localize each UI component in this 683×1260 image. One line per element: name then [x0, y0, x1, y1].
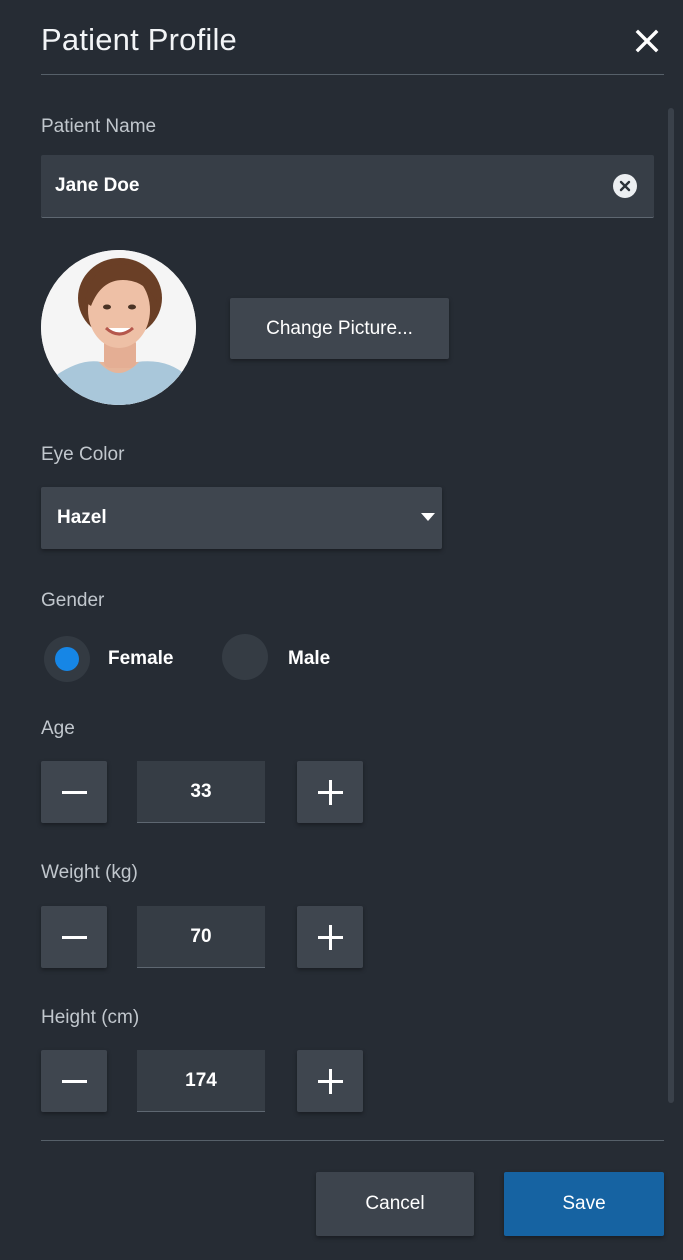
cancel-button[interactable]: Cancel — [316, 1172, 474, 1236]
weight-input[interactable] — [137, 906, 265, 967]
caret-down-icon — [421, 513, 435, 521]
minus-icon — [62, 1080, 87, 1083]
eye-color-label: Eye Color — [41, 444, 125, 465]
gender-male-label[interactable]: Male — [288, 648, 330, 670]
patient-name-field[interactable] — [41, 155, 654, 218]
footer-divider — [41, 1140, 664, 1141]
clear-icon — [619, 180, 631, 192]
minus-icon — [62, 791, 87, 794]
gender-female-radio[interactable] — [44, 636, 90, 682]
age-increment-button[interactable] — [297, 761, 363, 823]
patient-name-input[interactable] — [41, 155, 654, 217]
close-button[interactable] — [630, 24, 664, 58]
eye-color-select[interactable]: Hazel — [41, 487, 442, 549]
weight-stepper[interactable] — [137, 906, 265, 968]
weight-label: Weight (kg) — [41, 862, 138, 883]
gender-male-radio[interactable] — [222, 634, 268, 680]
patient-profile-panel: Patient Profile Patient Name Jane Doe Ch… — [0, 0, 683, 1260]
scrollbar[interactable] — [668, 108, 674, 1103]
minus-icon — [62, 936, 87, 939]
patient-name-label: Patient Name — [41, 116, 157, 137]
patient-photo — [41, 250, 196, 405]
close-icon — [635, 29, 659, 53]
page-title: Patient Profile — [41, 22, 237, 57]
height-decrement-button[interactable] — [41, 1050, 107, 1112]
gender-label: Gender — [41, 590, 105, 611]
age-decrement-button[interactable] — [41, 761, 107, 823]
weight-increment-button[interactable] — [297, 906, 363, 968]
eye-color-value: Hazel — [57, 507, 107, 528]
height-input[interactable] — [137, 1050, 265, 1111]
height-increment-button[interactable] — [297, 1050, 363, 1112]
radio-selected-dot — [55, 647, 79, 671]
gender-female-label[interactable]: Female — [108, 648, 173, 670]
avatar — [41, 250, 196, 405]
age-input[interactable] — [137, 761, 265, 822]
clear-name-button[interactable] — [613, 174, 637, 198]
change-picture-button[interactable]: Change Picture... — [230, 298, 449, 359]
save-button[interactable]: Save — [504, 1172, 664, 1236]
weight-decrement-button[interactable] — [41, 906, 107, 968]
age-stepper[interactable] — [137, 761, 265, 823]
height-stepper[interactable] — [137, 1050, 265, 1112]
header-divider — [41, 74, 664, 75]
age-label: Age — [41, 718, 75, 739]
height-label: Height (cm) — [41, 1007, 140, 1028]
